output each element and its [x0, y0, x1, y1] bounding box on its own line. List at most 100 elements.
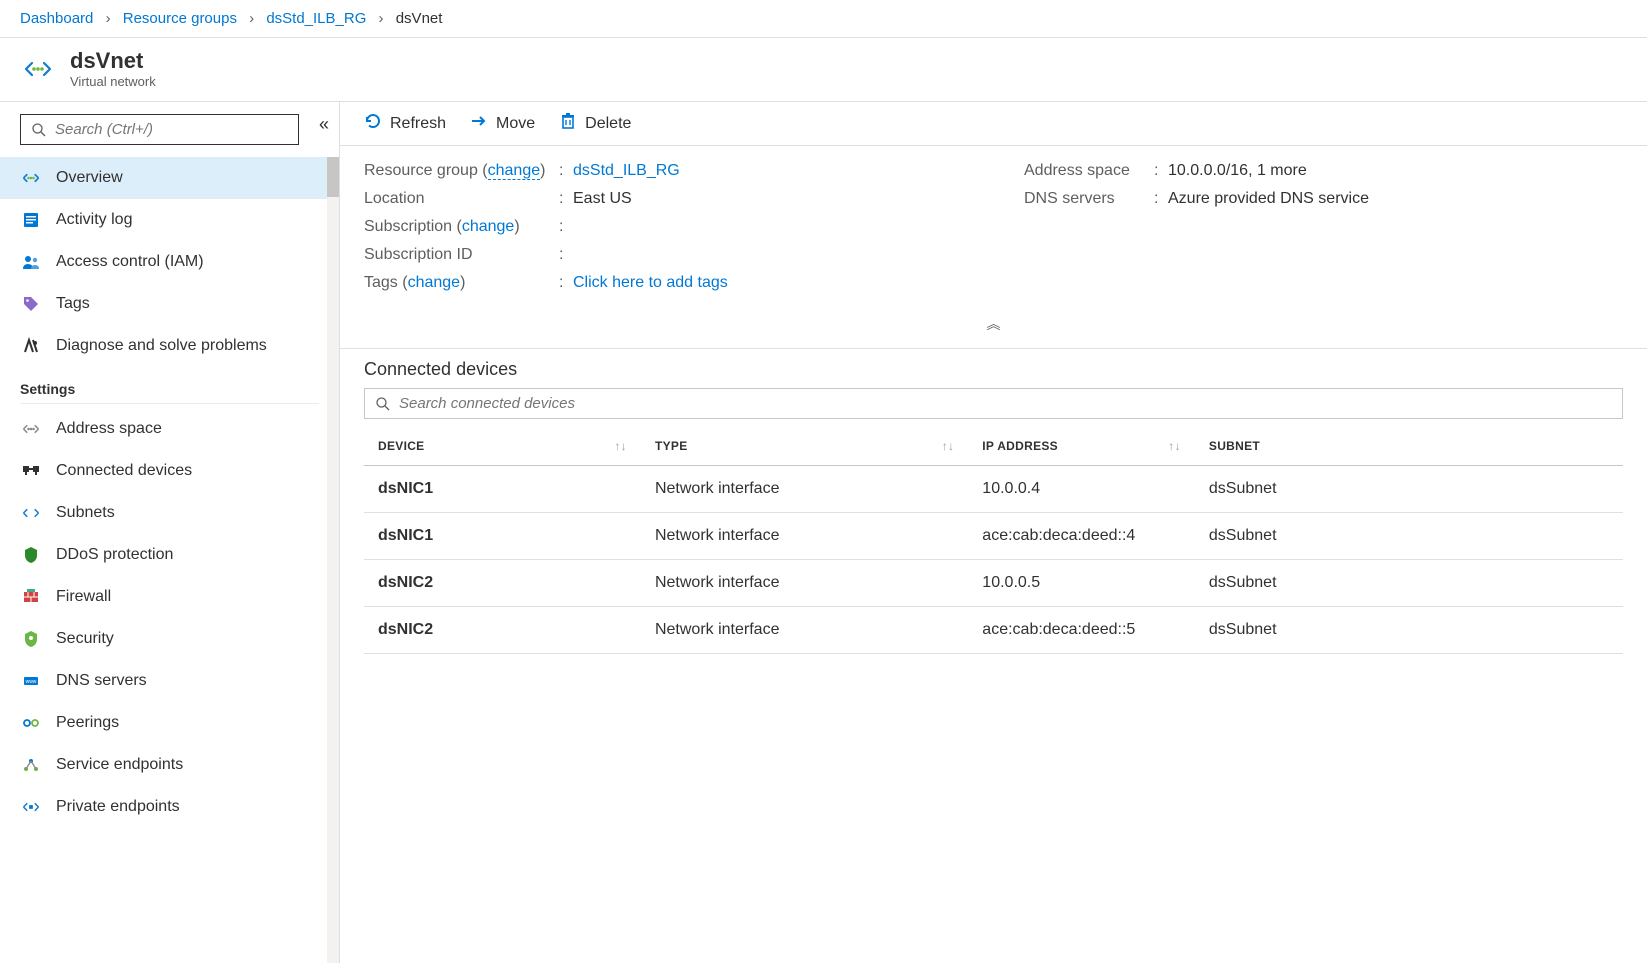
detail-value-dns: Azure provided DNS service — [1168, 190, 1623, 208]
service-endpoints-icon — [20, 754, 42, 776]
delete-icon — [559, 112, 577, 135]
col-ip[interactable]: IP ADDRESS↑↓ — [968, 427, 1195, 466]
sidebar-item-activity-log[interactable]: Activity log — [0, 199, 339, 241]
sidebar-item-label: Address space — [56, 420, 162, 438]
sidebar-item-tags[interactable]: Tags — [0, 283, 339, 325]
cell-ip: 10.0.0.5 — [968, 560, 1195, 607]
toolbar: Refresh Move Delete — [340, 102, 1647, 146]
cell-subnet: dsSubnet — [1195, 607, 1623, 654]
chevron-right-icon: › — [249, 10, 254, 27]
sidebar-search[interactable] — [20, 114, 299, 145]
chevron-right-icon: › — [379, 10, 384, 27]
refresh-button[interactable]: Refresh — [364, 112, 446, 135]
sidebar-item-peerings[interactable]: Peerings — [0, 702, 339, 744]
table-row[interactable]: dsNIC1Network interfaceace:cab:deca:deed… — [364, 513, 1623, 560]
add-tags-link[interactable]: Click here to add tags — [573, 274, 728, 291]
detail-value-address-space: 10.0.0.0/16, 1 more — [1168, 162, 1623, 180]
sidebar-item-label: Tags — [56, 295, 90, 313]
resource-header: dsVnet Virtual network — [0, 38, 1647, 102]
sidebar: « Overview Activity log Access control (… — [0, 102, 340, 963]
sidebar-scrollbar[interactable] — [327, 157, 339, 963]
sidebar-item-service-endpoints[interactable]: Service endpoints — [0, 744, 339, 786]
sidebar-item-security[interactable]: Security — [0, 618, 339, 660]
move-label: Move — [496, 115, 535, 133]
sidebar-item-label: Firewall — [56, 588, 111, 606]
sidebar-item-address-space[interactable]: Address space — [0, 408, 339, 450]
diagnose-icon — [20, 335, 42, 357]
collapse-sidebar-icon[interactable]: « — [319, 114, 329, 135]
cell-subnet: dsSubnet — [1195, 560, 1623, 607]
sidebar-item-label: Access control (IAM) — [56, 253, 204, 271]
sort-icon: ↑↓ — [942, 439, 955, 453]
log-icon — [20, 209, 42, 231]
subnet-icon — [20, 502, 42, 524]
breadcrumb: Dashboard › Resource groups › dsStd_ILB_… — [0, 0, 1647, 38]
sidebar-item-label: Service endpoints — [56, 756, 183, 774]
breadcrumb-link-rg[interactable]: dsStd_ILB_RG — [266, 10, 366, 27]
cell-subnet: dsSubnet — [1195, 466, 1623, 513]
delete-button[interactable]: Delete — [559, 112, 631, 135]
page-subtitle: Virtual network — [70, 74, 156, 89]
breadcrumb-current: dsVnet — [396, 10, 443, 27]
table-row[interactable]: dsNIC1Network interface10.0.0.4dsSubnet — [364, 466, 1623, 513]
sidebar-item-label: Connected devices — [56, 462, 192, 480]
move-icon — [470, 112, 488, 135]
refresh-label: Refresh — [390, 115, 446, 133]
sidebar-item-dns[interactable]: www DNS servers — [0, 660, 339, 702]
sidebar-item-label: Activity log — [56, 211, 132, 229]
iam-icon — [20, 251, 42, 273]
tag-icon — [20, 293, 42, 315]
detail-label-subscription-id: Subscription ID — [364, 246, 559, 264]
vnet-icon — [20, 167, 42, 189]
sidebar-item-private-endpoints[interactable]: Private endpoints — [0, 786, 339, 828]
devices-search-input[interactable] — [399, 395, 1612, 412]
cell-device: dsNIC1 — [364, 513, 641, 560]
sidebar-item-iam[interactable]: Access control (IAM) — [0, 241, 339, 283]
breadcrumb-link-resource-groups[interactable]: Resource groups — [123, 10, 237, 27]
detail-value-subscription — [573, 218, 1024, 236]
connected-devices-title: Connected devices — [364, 359, 1623, 380]
sidebar-item-label: Security — [56, 630, 114, 648]
detail-label-address-space: Address space — [1024, 162, 1154, 180]
sidebar-item-ddos[interactable]: DDoS protection — [0, 534, 339, 576]
page-title: dsVnet — [70, 48, 156, 74]
col-type[interactable]: TYPE↑↓ — [641, 427, 968, 466]
cell-subnet: dsSubnet — [1195, 513, 1623, 560]
move-button[interactable]: Move — [470, 112, 535, 135]
detail-label-tags: Tags (change) — [364, 274, 559, 292]
svg-text:www: www — [26, 679, 37, 685]
sidebar-item-subnets[interactable]: Subnets — [0, 492, 339, 534]
resource-details: Resource group (change) : dsStd_ILB_RG A… — [340, 146, 1647, 312]
firewall-icon — [20, 586, 42, 608]
sidebar-item-overview[interactable]: Overview — [0, 157, 339, 199]
dns-icon: www — [20, 670, 42, 692]
connected-devices-section: Connected devices DEVICE↑↓ TYPE↑↓ IP ADD… — [340, 349, 1647, 664]
sidebar-item-diagnose[interactable]: Diagnose and solve problems — [0, 325, 339, 367]
change-subscription-link[interactable]: change — [462, 218, 515, 235]
devices-search[interactable] — [364, 388, 1623, 419]
sidebar-item-firewall[interactable]: Firewall — [0, 576, 339, 618]
table-row[interactable]: dsNIC2Network interface10.0.0.5dsSubnet — [364, 560, 1623, 607]
change-rg-link[interactable]: change — [488, 162, 541, 180]
col-device[interactable]: DEVICE↑↓ — [364, 427, 641, 466]
cell-type: Network interface — [641, 513, 968, 560]
security-icon — [20, 628, 42, 650]
breadcrumb-link-dashboard[interactable]: Dashboard — [20, 10, 93, 27]
detail-value-rg[interactable]: dsStd_ILB_RG — [573, 162, 680, 179]
change-tags-link[interactable]: change — [408, 274, 461, 291]
col-subnet[interactable]: SUBNET — [1195, 427, 1623, 466]
cell-type: Network interface — [641, 560, 968, 607]
shield-icon — [20, 544, 42, 566]
sort-icon: ↑↓ — [614, 439, 627, 453]
sidebar-item-label: Overview — [56, 169, 123, 187]
vnet-icon — [20, 51, 56, 87]
sort-icon: ↑↓ — [1168, 439, 1181, 453]
search-icon — [31, 122, 47, 138]
detail-label-rg: Resource group (change) — [364, 162, 559, 180]
table-row[interactable]: dsNIC2Network interfaceace:cab:deca:deed… — [364, 607, 1623, 654]
sidebar-item-connected-devices[interactable]: Connected devices — [0, 450, 339, 492]
refresh-icon — [364, 112, 382, 135]
sidebar-search-input[interactable] — [55, 121, 288, 138]
collapse-details-icon[interactable]: ︽ — [340, 312, 1647, 342]
devices-icon — [20, 460, 42, 482]
